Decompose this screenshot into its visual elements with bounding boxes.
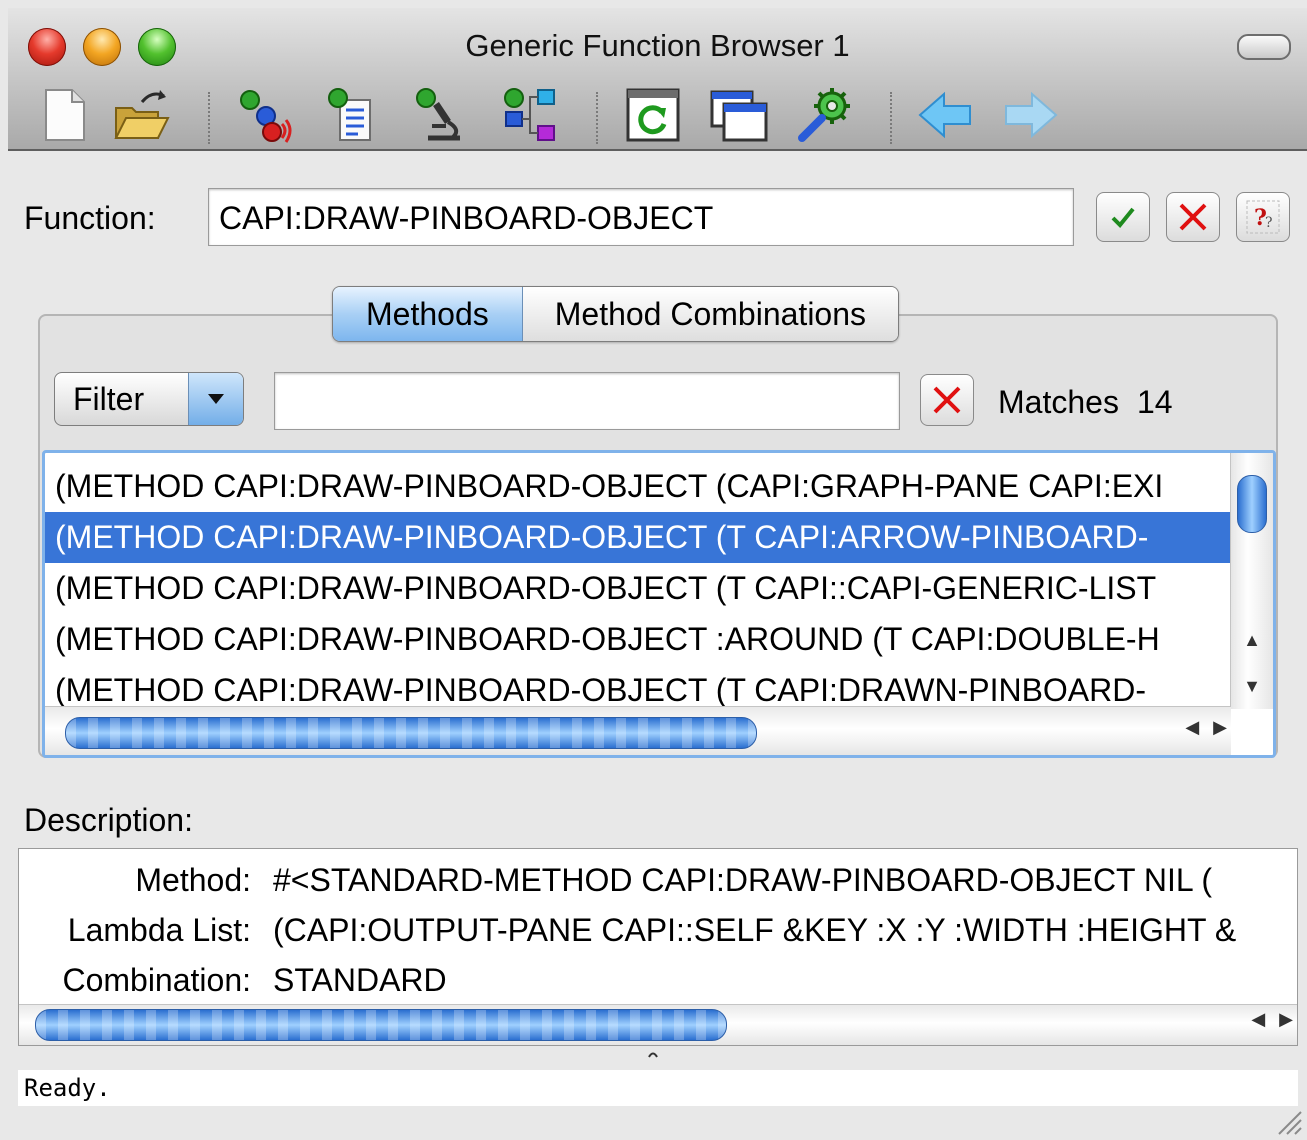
description-horizontal-scrollbar[interactable]: ◀ ▶ bbox=[19, 1004, 1297, 1045]
tab-bar: Methods Method Combinations bbox=[332, 286, 900, 342]
scroll-up-arrow-icon[interactable]: ▲ bbox=[1231, 617, 1273, 663]
list-item[interactable]: (METHOD CAPI:DRAW-PINBOARD-OBJECT (T CAP… bbox=[45, 563, 1231, 614]
scroll-down-arrow-icon[interactable]: ▼ bbox=[1231, 663, 1273, 709]
back-arrow-icon[interactable] bbox=[916, 86, 974, 144]
clear-filter-button[interactable] bbox=[920, 374, 974, 426]
title-bar: Generic Function Browser 1 bbox=[8, 8, 1307, 151]
method-list-icon[interactable] bbox=[324, 86, 382, 144]
list-item[interactable]: (METHOD CAPI:DRAW-PINBOARD-OBJECT :AROUN… bbox=[45, 614, 1231, 665]
list-item[interactable]: (METHOD CAPI:DRAW-PINBOARD-OBJECT (CAPI:… bbox=[45, 461, 1231, 512]
matches-counter: Matches 14 bbox=[998, 384, 1173, 421]
tab-methods[interactable]: Methods bbox=[333, 287, 523, 341]
help-button[interactable]: ? ? bbox=[1236, 192, 1290, 242]
window-title: Generic Function Browser 1 bbox=[465, 28, 850, 63]
description-key: Lambda List: bbox=[67, 912, 251, 948]
new-file-icon[interactable] bbox=[36, 86, 94, 144]
methods-vertical-scrollbar[interactable]: ▲ ▼ bbox=[1230, 453, 1273, 709]
window-icon[interactable] bbox=[710, 86, 768, 144]
inspect-microscope-icon[interactable] bbox=[412, 86, 470, 144]
svg-text:?: ? bbox=[1265, 215, 1273, 231]
scroll-left-arrow-icon[interactable]: ◀ bbox=[1251, 1009, 1265, 1030]
toolbar-separator bbox=[596, 92, 598, 144]
description-key: Method: bbox=[135, 862, 251, 898]
description-label: Description: bbox=[24, 802, 193, 838]
scroll-left-arrow-icon[interactable]: ◀ bbox=[1185, 717, 1199, 738]
description-value: STANDARD bbox=[273, 962, 447, 998]
checkmark-icon bbox=[1111, 207, 1135, 228]
cancel-button[interactable] bbox=[1166, 192, 1220, 242]
preferences-gear-icon[interactable] bbox=[796, 86, 854, 144]
filter-dropdown[interactable]: Filter bbox=[54, 372, 244, 426]
toolbar-toggle-button[interactable] bbox=[1237, 34, 1291, 60]
description-row-combination: Combination: STANDARD bbox=[19, 955, 1297, 1005]
description-row-lambda-list: Lambda List: (CAPI:OUTPUT-PANE CAPI::SEL… bbox=[19, 905, 1297, 955]
function-label: Function: bbox=[24, 200, 156, 236]
generic-function-icon[interactable] bbox=[236, 86, 294, 144]
description-panel: Method: #<STANDARD-METHOD CAPI:DRAW-PINB… bbox=[18, 848, 1298, 1046]
list-item-selected[interactable]: (METHOD CAPI:DRAW-PINBOARD-OBJECT (T CAP… bbox=[45, 512, 1231, 563]
description-row-method: Method: #<STANDARD-METHOD CAPI:DRAW-PINB… bbox=[19, 855, 1297, 905]
methods-list-rows: (METHOD CAPI:DRAW-PINBOARD-OBJECT (CAPI:… bbox=[45, 461, 1231, 716]
tab-method-combinations[interactable]: Method Combinations bbox=[522, 287, 899, 341]
resize-grip-icon[interactable] bbox=[1273, 1106, 1303, 1136]
refresh-icon[interactable] bbox=[624, 86, 682, 144]
class-hierarchy-icon[interactable] bbox=[500, 86, 558, 144]
toolbar-separator bbox=[208, 92, 210, 144]
function-input[interactable]: CAPI:DRAW-PINBOARD-OBJECT bbox=[208, 188, 1074, 246]
filter-label: Filter bbox=[73, 381, 145, 417]
status-bar: Ready. bbox=[18, 1070, 1298, 1106]
toolbar-separator bbox=[890, 92, 892, 144]
scroll-right-arrow-icon[interactable]: ▶ bbox=[1279, 1009, 1293, 1030]
forward-arrow-icon[interactable] bbox=[1002, 86, 1060, 144]
cancel-x-icon bbox=[933, 386, 961, 414]
horizontal-scroll-thumb[interactable] bbox=[35, 1009, 727, 1041]
scroll-right-arrow-icon[interactable]: ▶ bbox=[1213, 717, 1227, 738]
description-value: #<STANDARD-METHOD CAPI:DRAW-PINBOARD-OBJ… bbox=[273, 862, 1213, 898]
cancel-x-icon bbox=[1179, 203, 1207, 231]
matches-label: Matches bbox=[998, 384, 1119, 420]
confirm-button[interactable] bbox=[1096, 192, 1150, 242]
methods-horizontal-scrollbar[interactable]: ◀ ▶ bbox=[45, 706, 1231, 755]
vertical-scroll-thumb[interactable] bbox=[1237, 475, 1267, 533]
methods-list[interactable]: (METHOD CAPI:DRAW-PINBOARD-OBJECT (CAPI:… bbox=[42, 450, 1276, 758]
splitter-grip-icon[interactable] bbox=[648, 1050, 658, 1058]
chevron-down-icon bbox=[188, 373, 243, 425]
help-question-icon: ? ? bbox=[1246, 200, 1280, 234]
horizontal-scroll-thumb[interactable] bbox=[65, 717, 757, 749]
matches-count: 14 bbox=[1136, 384, 1173, 420]
description-key: Combination: bbox=[62, 962, 251, 998]
open-folder-icon[interactable] bbox=[112, 86, 170, 144]
description-value: (CAPI:OUTPUT-PANE CAPI::SELF &KEY :X :Y … bbox=[273, 912, 1237, 948]
filter-input[interactable] bbox=[274, 372, 900, 430]
